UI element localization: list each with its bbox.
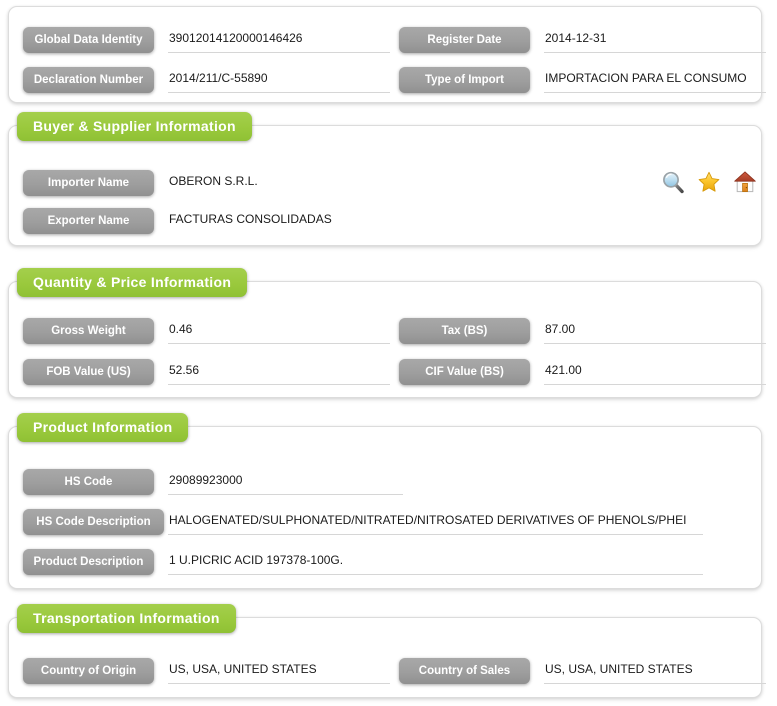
label-product-description: Product Description: [23, 549, 154, 575]
label-hs-code-description: HS Code Description: [23, 509, 164, 535]
label-importer-name: Importer Name: [23, 170, 154, 196]
value-global-data-identity: 39012014120000146426: [168, 27, 390, 53]
star-icon[interactable]: [697, 170, 721, 194]
panel-transportation-information: Transportation Information Country of Or…: [8, 604, 766, 698]
value-hs-code: 29089923000: [168, 469, 403, 495]
record-action-icons: [661, 170, 757, 194]
label-hs-code: HS Code: [23, 469, 154, 495]
panel-general-information: Global Data Identity 3901201412000014642…: [8, 6, 766, 103]
value-country-of-origin: US, USA, UNITED STATES: [168, 658, 390, 684]
record-detail-page: Global Data Identity 3901201412000014642…: [0, 0, 777, 706]
value-declaration-number: 2014/211/C-55890: [168, 67, 390, 93]
value-register-date: 2014-12-31: [544, 27, 766, 53]
value-type-of-import: IMPORTACION PARA EL CONSUMO: [544, 67, 766, 93]
value-fob-value-us: 52.56: [168, 359, 390, 385]
label-tax-bs: Tax (BS): [399, 318, 530, 344]
value-gross-weight: 0.46: [168, 318, 390, 344]
value-product-description: 1 U.PICRIC ACID 197378-100G.: [168, 549, 703, 575]
panel-quantity-price-information: Quantity & Price Information Gross Weigh…: [8, 268, 766, 398]
label-register-date: Register Date: [399, 27, 530, 53]
section-title-transportation: Transportation Information: [17, 604, 236, 633]
label-fob-value-us: FOB Value (US): [23, 359, 154, 385]
section-title-product: Product Information: [17, 413, 189, 442]
value-country-of-sales: US, USA, UNITED STATES: [544, 658, 766, 684]
label-country-of-origin: Country of Origin: [23, 658, 154, 684]
value-cif-value-bs: 421.00: [544, 359, 766, 385]
section-title-buyer-supplier: Buyer & Supplier Information: [17, 112, 252, 141]
value-tax-bs: 87.00: [544, 318, 766, 344]
label-global-data-identity: Global Data Identity: [23, 27, 154, 53]
home-icon[interactable]: [733, 170, 757, 194]
label-exporter-name: Exporter Name: [23, 208, 154, 234]
value-exporter-name: FACTURAS CONSOLIDADAS: [169, 212, 332, 226]
panel-product-information: Product Information HS Code 29089923000 …: [8, 413, 762, 589]
value-hs-code-description: HALOGENATED/SULPHONATED/NITRATED/NITROSA…: [168, 509, 703, 535]
label-cif-value-bs: CIF Value (BS): [399, 359, 530, 385]
section-title-quantity-price: Quantity & Price Information: [17, 268, 248, 297]
magnifier-icon[interactable]: [661, 170, 685, 194]
label-declaration-number: Declaration Number: [23, 67, 154, 93]
label-gross-weight: Gross Weight: [23, 318, 154, 344]
value-importer-name: OBERON S.R.L.: [169, 174, 258, 188]
label-type-of-import: Type of Import: [399, 67, 530, 93]
panel-buyer-supplier-information: Buyer & Supplier Information Importer Na…: [8, 112, 762, 246]
label-country-of-sales: Country of Sales: [399, 658, 530, 684]
